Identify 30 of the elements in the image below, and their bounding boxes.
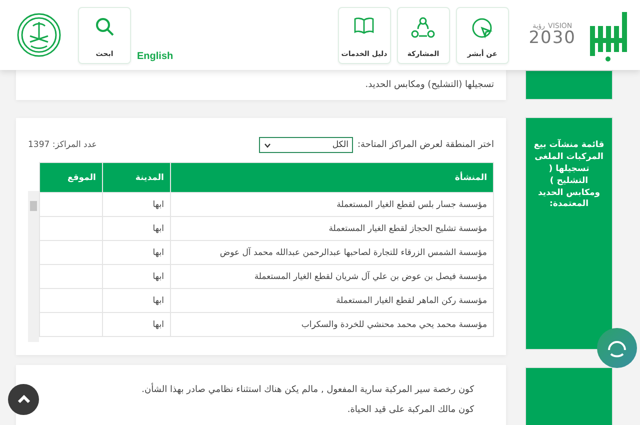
table-cell: ابها <box>102 192 170 216</box>
intro-text: تسجيلها (التشليح) ومكابس الحديد. <box>365 80 494 90</box>
chevron-icon <box>264 142 272 148</box>
condition-text: كون رخصة سير المركبة سارية المفعول , مالم يكن هناك استثناء نظامي صادر بهذا الشأن. <box>28 385 494 395</box>
search-icon <box>94 16 114 36</box>
scroll-top-button[interactable] <box>8 384 39 415</box>
center-count: عدد المراكز: 1397 <box>28 140 97 150</box>
share-icon <box>411 16 436 38</box>
table-cell: ابها <box>102 240 170 264</box>
chevron-up-icon <box>16 395 30 404</box>
table-cell: ابها <box>102 264 170 288</box>
table-cell: مؤسسة محمد يحي محمد محنشي للخردة والسكراب <box>170 312 494 336</box>
table-cell: مؤسسة الشمس الزرقاء للتجارة لصاحبها عبدالرحمن عبدالله محمد آل عوض <box>170 240 494 264</box>
emblem-icon <box>16 12 62 58</box>
scrollbar[interactable] <box>28 191 39 342</box>
table-cell: مؤسسة ركن الماهر لقطع الغيار المستعملة <box>170 288 494 312</box>
table-cell: ابها <box>102 312 170 336</box>
chat-button[interactable] <box>597 328 637 368</box>
cursor-icon <box>471 16 494 38</box>
region-select[interactable]: الكل <box>259 137 354 153</box>
table-cell: ابها <box>102 216 170 240</box>
sidebar-title: قائمة منشآت بيع المركبات الملغى تسجيلها ( التشليح ) ومكابس الحديد المعتمدة: <box>525 117 613 350</box>
book-icon <box>353 16 376 34</box>
table-cell: مؤسسة فيصل بن عوض بن علي آل شريان لقطع الغيار المستعملة <box>170 264 494 288</box>
logo-year: 2030 <box>528 30 576 47</box>
filter-label: اختر المنطقة لعرض المراكز المتاحة: <box>357 140 494 150</box>
condition-text: كون مالك المركبة على قيد الحياة. <box>346 405 475 415</box>
table-cell: مؤسسة جسار بلس لقطع الغيار المستعملة <box>170 192 494 216</box>
table-cell: ابها <box>102 288 170 312</box>
table-cell: مؤسسة تشليح الحجاز لقطع الغيار المستعملة <box>170 216 494 240</box>
